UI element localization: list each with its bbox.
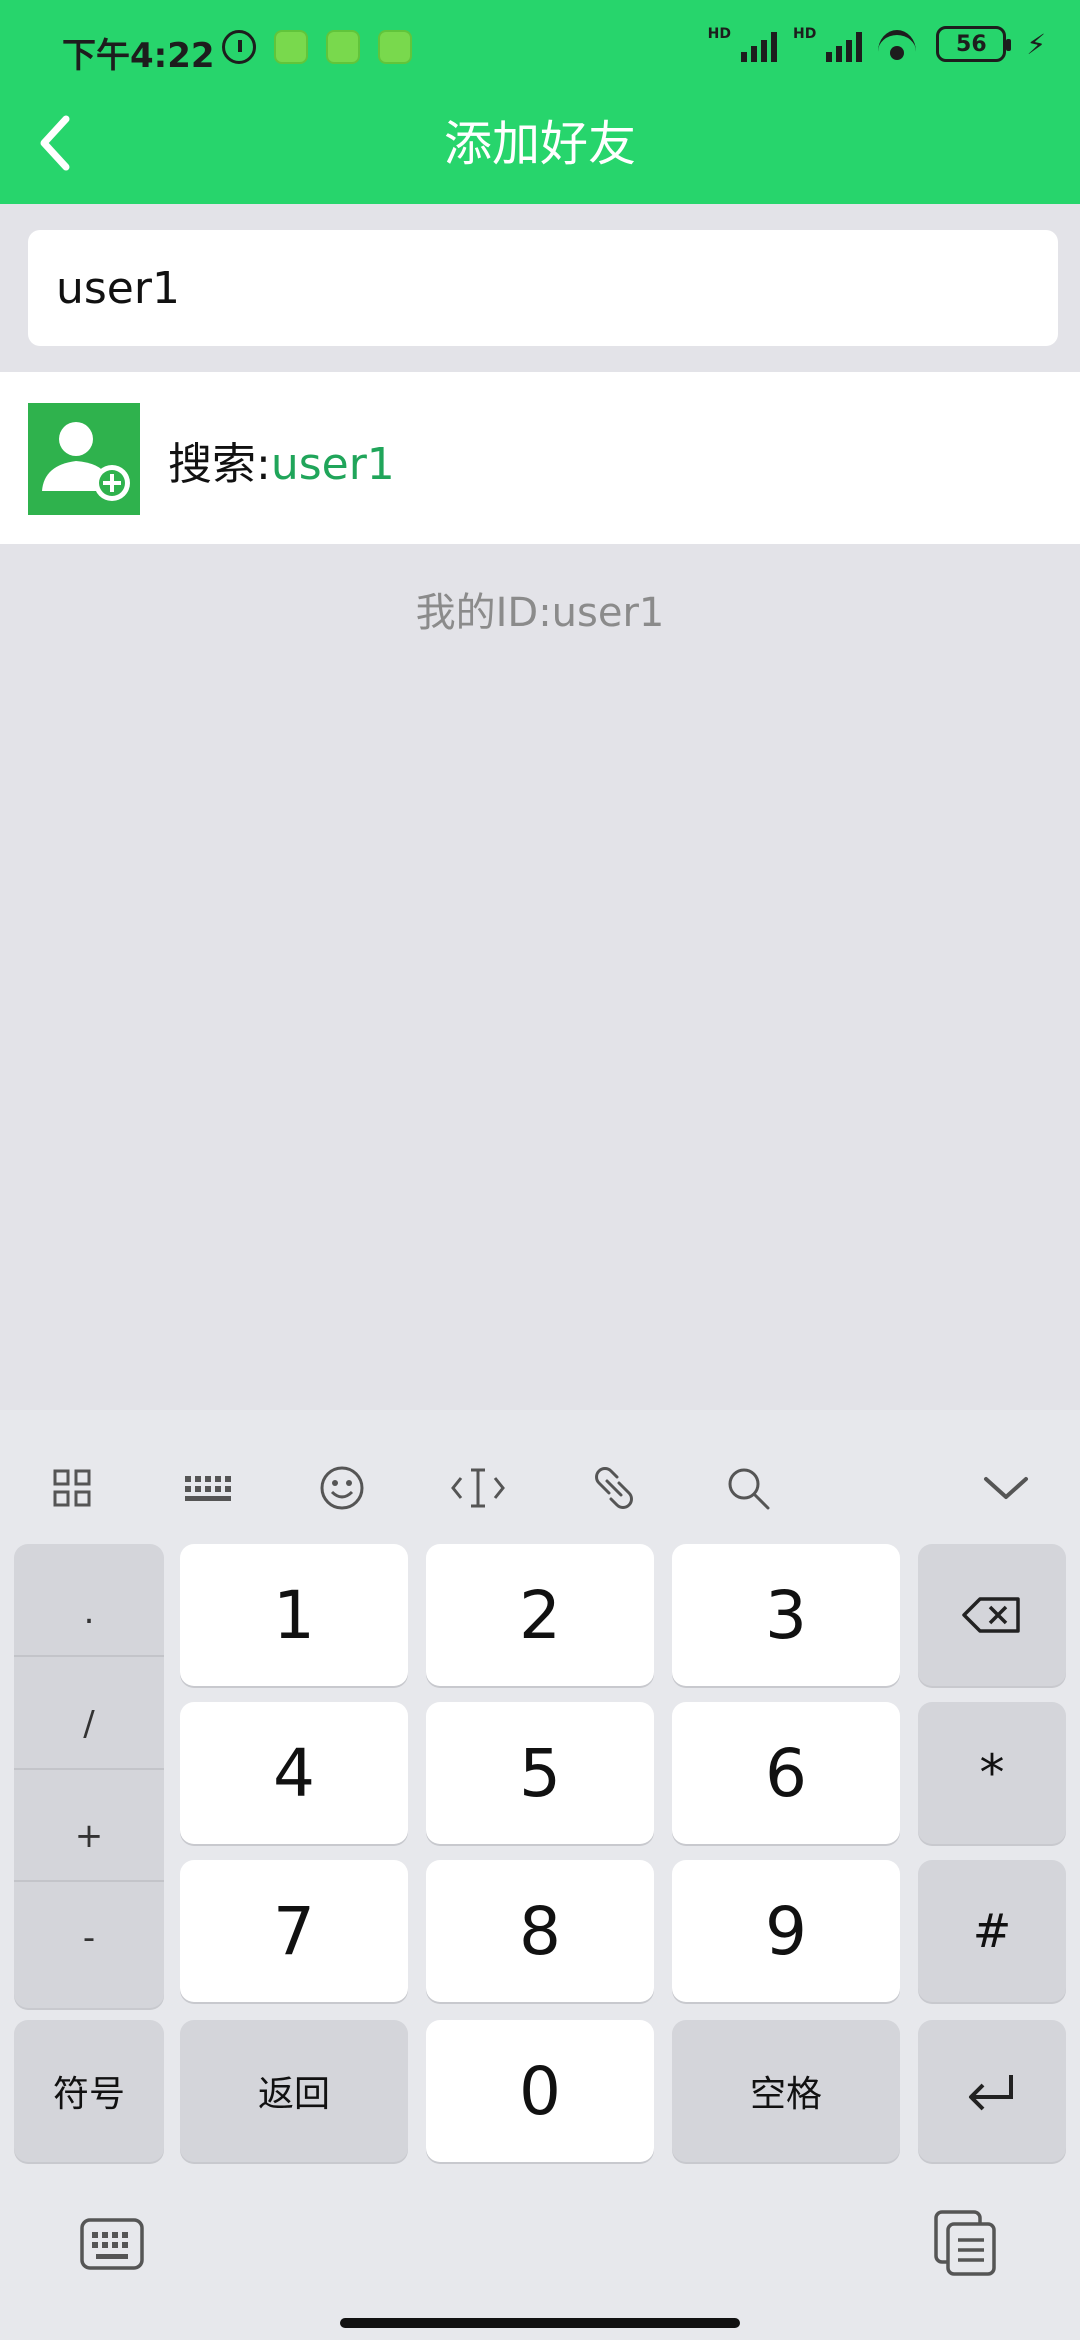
key-7[interactable]: 7: [180, 1860, 408, 2002]
page-title: 添加好友: [443, 116, 636, 172]
home-indicator[interactable]: [340, 2318, 740, 2328]
keyboard-icon[interactable]: [168, 1448, 248, 1528]
keyboard-icon: [80, 2218, 144, 2270]
search-result-query: user1: [270, 439, 395, 490]
key-period[interactable]: .: [14, 1556, 164, 1668]
status-time: 下午4:22: [62, 36, 215, 76]
symbols-button[interactable]: 符号: [14, 2020, 164, 2162]
divider: [14, 1655, 164, 1657]
clipboard-icon: [934, 2210, 996, 2276]
key-3[interactable]: 3: [672, 1544, 900, 1686]
key-8[interactable]: 8: [426, 1860, 654, 2002]
enter-icon: [969, 2075, 1013, 2111]
key-0[interactable]: 0: [426, 2020, 654, 2162]
key-plus[interactable]: +: [14, 1780, 164, 1892]
key-4[interactable]: 4: [180, 1702, 408, 1844]
key-6[interactable]: 6: [672, 1702, 900, 1844]
battery-icon: 56: [936, 26, 1012, 62]
search-input[interactable]: [28, 230, 1058, 346]
delete-button[interactable]: [918, 1544, 1066, 1686]
divider: [14, 1768, 164, 1770]
key-minus[interactable]: -: [14, 1882, 164, 1994]
search-result-text: 搜索:user1: [168, 428, 395, 492]
search-box[interactable]: [28, 230, 1058, 346]
search-icon[interactable]: [708, 1448, 788, 1528]
chevron-down-icon[interactable]: [966, 1448, 1046, 1528]
backspace-icon: [962, 1597, 1020, 1633]
key-2[interactable]: 2: [426, 1544, 654, 1686]
space-button[interactable]: 空格: [672, 2020, 900, 2162]
search-result-label: 搜索:: [168, 439, 271, 490]
key-9[interactable]: 9: [672, 1860, 900, 2002]
enter-button[interactable]: [918, 2020, 1066, 2162]
link-icon[interactable]: [574, 1448, 654, 1528]
key-1[interactable]: 1: [180, 1544, 408, 1686]
battery-level: 56: [956, 31, 987, 57]
network-type-label: HD: [792, 26, 817, 42]
keyboard-switch-button[interactable]: [78, 2214, 146, 2274]
key-star[interactable]: *: [918, 1702, 1066, 1844]
status-system-icons: HD HD 56 ⚡: [708, 26, 1046, 62]
wifi-icon: [878, 26, 920, 62]
search-result-row[interactable]: [0, 372, 1080, 544]
key-5[interactable]: 5: [426, 1702, 654, 1844]
alarm-icon: [222, 30, 256, 64]
signal-icon: [740, 26, 777, 62]
key-slash[interactable]: /: [14, 1668, 164, 1780]
my-id-text: 我的ID:user1: [415, 590, 665, 636]
app-notification-icon: [274, 30, 308, 64]
clipboard-button[interactable]: [932, 2208, 1000, 2278]
app-notification-icon: [378, 30, 412, 64]
key-hash[interactable]: #: [918, 1860, 1066, 2002]
cursor-icon[interactable]: [438, 1448, 518, 1528]
status-notification-icons: [222, 30, 412, 64]
signal-icon: [826, 26, 863, 62]
network-type-label: HD: [707, 26, 731, 42]
emoji-icon[interactable]: [302, 1448, 382, 1528]
charging-icon: ⚡: [1026, 27, 1046, 61]
add-user-icon: [28, 403, 140, 515]
app-notification-icon: [326, 30, 360, 64]
grid-icon[interactable]: [32, 1448, 112, 1528]
return-button[interactable]: 返回: [180, 2020, 408, 2162]
